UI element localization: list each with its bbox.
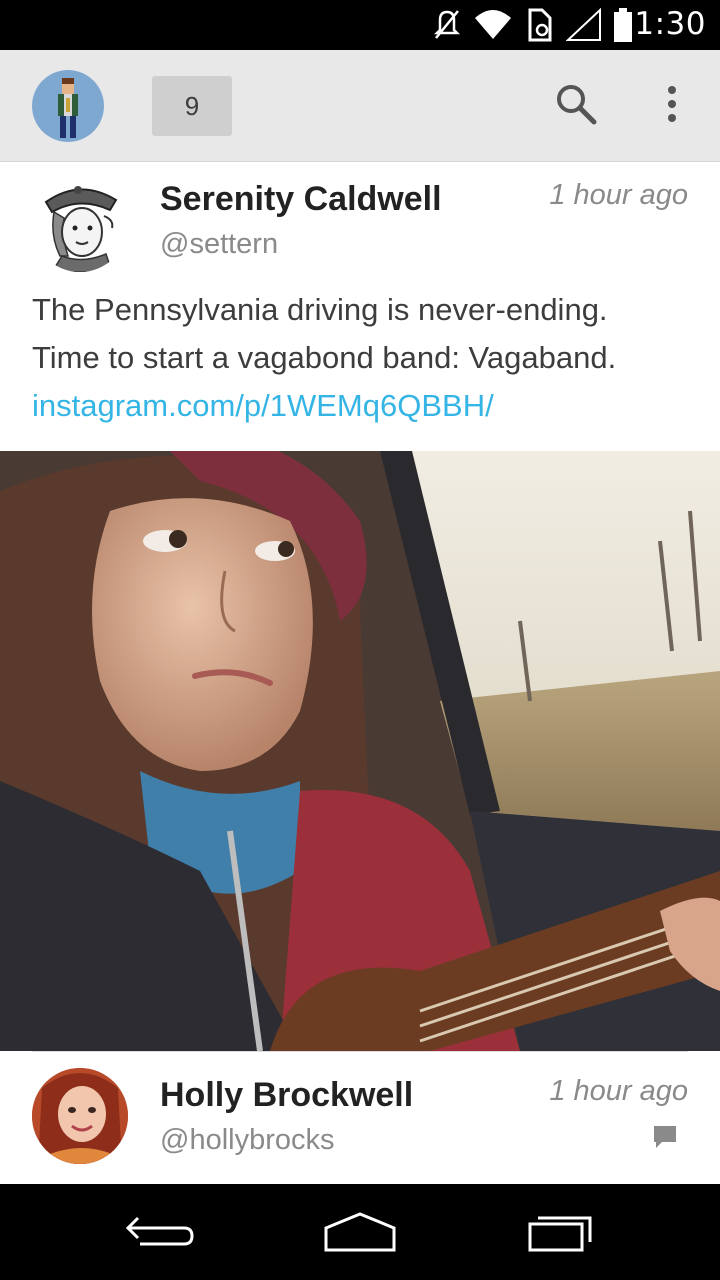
avatar[interactable] <box>32 1068 128 1164</box>
author-handle[interactable]: @settern <box>160 228 278 261</box>
clock: 1:30 <box>634 6 706 42</box>
tweet-text-line: Time to start a vagabond band: Vagaband. <box>32 340 617 375</box>
timestamp: 1 hour ago <box>549 179 688 211</box>
conversation-icon <box>654 1126 676 1148</box>
author-name[interactable]: Holly Brockwell <box>160 1076 413 1115</box>
tweet-text-line: The Pennsylvania driving is never-ending… <box>32 292 608 327</box>
action-bar: 9 <box>0 50 720 162</box>
red-haired-woman-avatar-icon <box>32 1068 128 1164</box>
battery-icon <box>614 8 632 42</box>
recents-icon[interactable] <box>520 1208 600 1256</box>
wifi-icon <box>475 10 511 39</box>
search-icon[interactable] <box>552 80 600 128</box>
tweet-photo[interactable] <box>0 451 720 1051</box>
tweet-text: The Pennsylvania driving is never-ending… <box>32 286 692 430</box>
home-icon[interactable] <box>320 1208 400 1256</box>
back-icon[interactable] <box>120 1208 200 1256</box>
avatar[interactable] <box>32 176 128 272</box>
tweet-item[interactable]: Serenity Caldwell @settern 1 hour ago Th… <box>0 162 720 451</box>
timestamp: 1 hour ago <box>549 1075 688 1107</box>
pixel-art-avatar-icon <box>58 78 78 138</box>
signal-icon <box>566 8 601 41</box>
tweet-item[interactable]: Holly Brockwell @hollybrocks 1 hour ago <box>0 1052 720 1184</box>
author-name[interactable]: Serenity Caldwell <box>160 180 442 219</box>
nfc-icon <box>528 8 552 42</box>
status-bar: 1:30 <box>0 0 720 50</box>
mute-icon <box>433 10 461 39</box>
unread-count-badge[interactable]: 9 <box>152 76 232 136</box>
tweet-link[interactable]: instagram.com/p/1WEMq6QBBH/ <box>32 382 692 430</box>
navigation-bar <box>0 1184 720 1280</box>
photo-image <box>0 451 720 1051</box>
cartoon-girl-avatar-icon <box>32 176 128 272</box>
account-avatar[interactable] <box>32 70 104 142</box>
overflow-menu-icon[interactable] <box>652 80 692 128</box>
author-handle[interactable]: @hollybrocks <box>160 1124 335 1157</box>
